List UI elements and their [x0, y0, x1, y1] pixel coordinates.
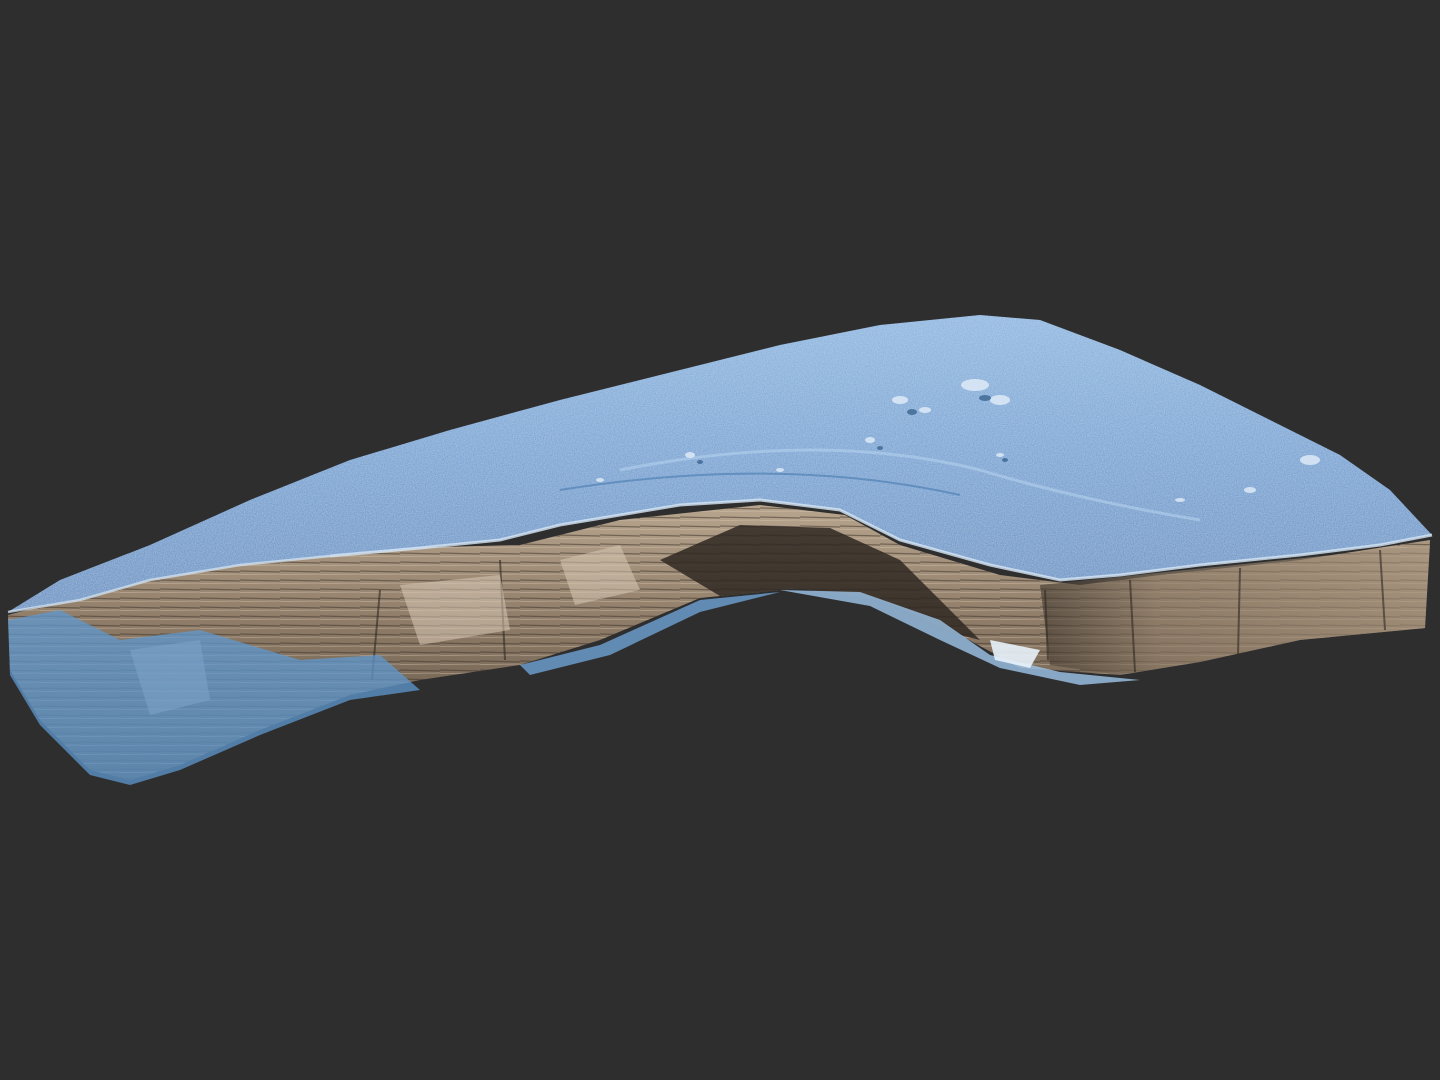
terrain-render	[7, 315, 1433, 785]
3d-viewport[interactable]	[0, 0, 1440, 1080]
